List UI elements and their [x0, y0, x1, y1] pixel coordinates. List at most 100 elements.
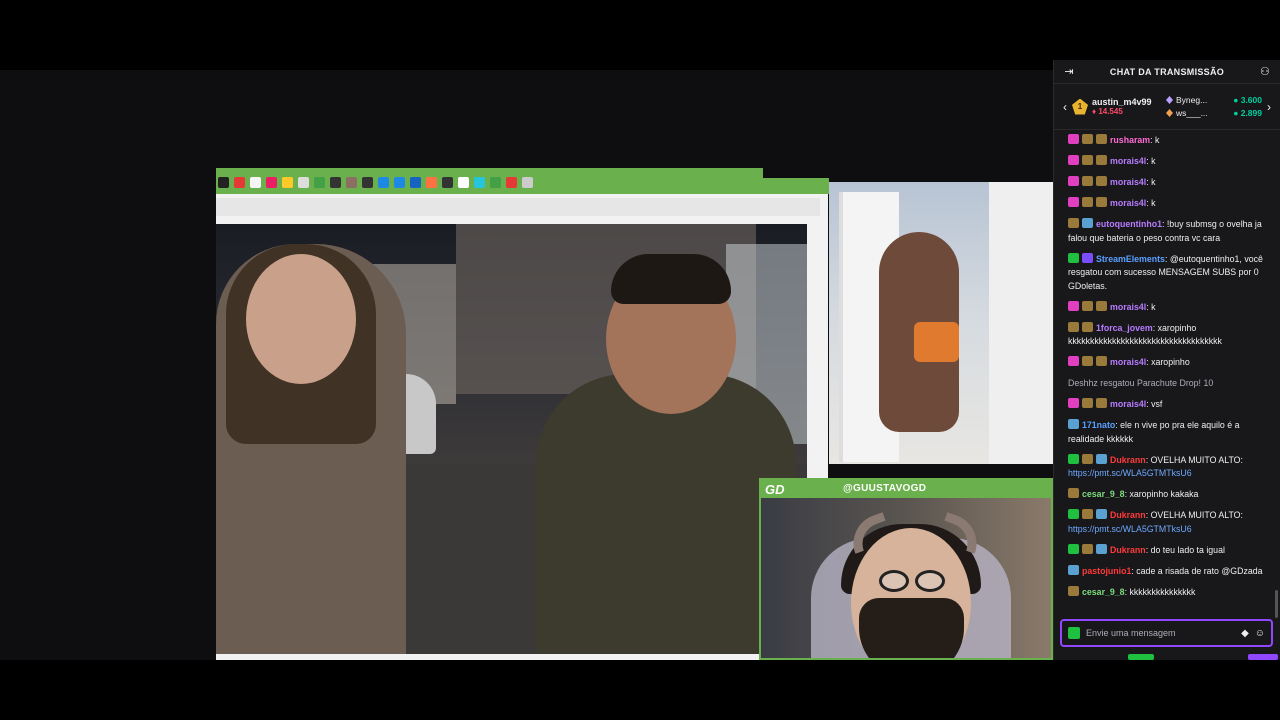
emote-smiley-icon[interactable]: ☺: [1255, 628, 1265, 639]
sub-badge-icon[interactable]: [1068, 488, 1079, 498]
chat-message[interactable]: StreamElements: @eutoquentinho1, você re…: [1068, 252, 1274, 294]
heart-badge-icon[interactable]: [1068, 155, 1079, 165]
wave-badge-icon[interactable]: [1082, 218, 1093, 228]
chat-username[interactable]: morais4l: [1110, 399, 1146, 409]
chat-message[interactable]: 1forca_jovem: xaropinho kkkkkkkkkkkkkkkk…: [1068, 321, 1274, 349]
stream-badge-icon[interactable]: [1082, 252, 1093, 263]
chat-message-text: : k: [1146, 198, 1156, 208]
chat-username[interactable]: eutoquentinho1: [1096, 219, 1162, 229]
chat-username[interactable]: 171nato: [1082, 420, 1115, 430]
sub-badge-icon[interactable]: [1068, 585, 1079, 596]
heart-badge-icon[interactable]: [1068, 176, 1079, 186]
chat-message[interactable]: Deshhz resgatou Parachute Drop! 10: [1068, 377, 1274, 391]
community-users-icon[interactable]: ⚇: [1258, 65, 1272, 78]
chat-username[interactable]: cesar_9_8: [1082, 489, 1125, 499]
heart-badge-icon[interactable]: [1068, 300, 1079, 311]
chat-username[interactable]: Dukrann: [1110, 545, 1146, 555]
heart-badge-icon[interactable]: [1068, 134, 1079, 144]
sub-badge-icon[interactable]: [1096, 134, 1107, 144]
chat-message[interactable]: morais4l: k: [1068, 155, 1274, 169]
sub-badge-icon[interactable]: [1096, 176, 1107, 186]
stream-video-player[interactable]: GD @GUUSTAVOGD: [0, 70, 1053, 660]
chat-username[interactable]: StreamElements: [1096, 254, 1165, 264]
chat-message[interactable]: Dukrann: do teu lado ta igual: [1068, 543, 1274, 558]
wave-badge-icon[interactable]: [1096, 543, 1107, 554]
chat-message-input[interactable]: [1086, 628, 1236, 638]
chat-scrollbar[interactable]: [1275, 590, 1278, 618]
user-badge-icon[interactable]: [1068, 627, 1080, 639]
chat-username[interactable]: pastojunio1: [1082, 566, 1131, 576]
wave-badge-icon[interactable]: [1068, 419, 1079, 429]
leaderboard-entry[interactable]: Byneg... ● 3.600: [1166, 95, 1262, 105]
chat-message[interactable]: Dukrann: OVELHA MUITO ALTO: https://pmt.…: [1068, 453, 1274, 481]
social-handle: @GUUSTAVOGD: [843, 483, 927, 494]
sub-badge-icon[interactable]: [1068, 218, 1079, 228]
sub-badge-icon[interactable]: [1082, 197, 1093, 207]
chat-username[interactable]: cesar_9_8: [1082, 587, 1125, 597]
wave-badge-icon[interactable]: [1068, 564, 1079, 575]
sub-badge-icon[interactable]: [1082, 543, 1093, 554]
ver-badge-icon[interactable]: [1068, 252, 1079, 263]
bookmark-icon: [314, 177, 325, 188]
points-button[interactable]: [1128, 653, 1154, 660]
sub-badge-icon[interactable]: [1082, 398, 1093, 408]
leaderboard-top-entry[interactable]: 1 austin_m4v99 ♦ 14.545: [1072, 97, 1160, 116]
wave-badge-icon[interactable]: [1096, 453, 1107, 464]
chat-message[interactable]: pastojunio1: cade a risada de rato @GDza…: [1068, 564, 1274, 579]
sub-badge-icon[interactable]: [1082, 300, 1093, 311]
chat-send-button[interactable]: [1248, 653, 1278, 660]
chat-message[interactable]: cesar_9_8: kkkkkkkkkkkkkkk: [1068, 585, 1274, 600]
sub-badge-icon[interactable]: [1082, 356, 1093, 366]
chat-message[interactable]: morais4l: k: [1068, 300, 1274, 315]
sub-badge-icon[interactable]: [1082, 509, 1093, 519]
leaderboard-next-icon[interactable]: ›: [1262, 100, 1276, 114]
sub-badge-icon[interactable]: [1096, 197, 1107, 207]
stream-page: GD @GUUSTAVOGD ⇥ CHAT DA TRANSMISSÃO ⚇ ‹…: [0, 0, 1280, 720]
heart-badge-icon[interactable]: [1068, 197, 1079, 207]
leaderboard-entry[interactable]: ws___... ● 2.899: [1166, 108, 1262, 118]
chat-username[interactable]: Dukrann: [1110, 510, 1146, 520]
chat-message[interactable]: cesar_9_8: xaropinho kakaka: [1068, 488, 1274, 502]
chat-message[interactable]: rusharam: k: [1068, 134, 1274, 148]
heart-badge-icon[interactable]: [1068, 398, 1079, 408]
chat-message[interactable]: morais4l: k: [1068, 176, 1274, 190]
sub-badge-icon[interactable]: [1096, 155, 1107, 165]
chat-username[interactable]: morais4l: [1110, 302, 1146, 312]
wave-badge-icon[interactable]: [1096, 509, 1107, 519]
leaderboard-prev-icon[interactable]: ‹: [1058, 100, 1072, 114]
sub-badge-icon[interactable]: [1096, 300, 1107, 311]
ver-badge-icon[interactable]: [1068, 509, 1079, 519]
chat-message[interactable]: eutoquentinho1: !buy submsg o ovelha ja …: [1068, 218, 1274, 245]
sub-badge-icon[interactable]: [1082, 134, 1093, 144]
chat-username[interactable]: morais4l: [1110, 357, 1146, 367]
chat-message[interactable]: Dukrann: OVELHA MUITO ALTO: https://pmt.…: [1068, 509, 1274, 536]
bits-icon[interactable]: ◆: [1241, 628, 1249, 639]
sub-badge-icon[interactable]: [1082, 155, 1093, 165]
chat-username[interactable]: Dukrann: [1110, 455, 1146, 465]
sub-badge-icon[interactable]: [1096, 398, 1107, 408]
bookmark-icon: [426, 177, 437, 188]
chat-username[interactable]: morais4l: [1110, 177, 1146, 187]
sub-badge-icon[interactable]: [1096, 356, 1107, 366]
chat-username[interactable]: morais4l: [1110, 156, 1146, 166]
chat-message-link[interactable]: https://pmt.sc/WLA5GTMTksU6: [1068, 468, 1192, 478]
sub-badge-icon[interactable]: [1082, 453, 1093, 464]
sub-badge-icon[interactable]: [1068, 321, 1079, 332]
chat-messages[interactable]: rusharam: k morais4l: k morais4l: k morais4…: [1054, 130, 1280, 620]
chat-message[interactable]: morais4l: xaropinho: [1068, 356, 1274, 370]
chat-username[interactable]: rusharam: [1110, 135, 1150, 145]
sub-badge-icon[interactable]: [1082, 176, 1093, 186]
chat-message[interactable]: morais4l: k: [1068, 197, 1274, 211]
sub-badge-icon[interactable]: [1082, 321, 1093, 332]
ver-badge-icon[interactable]: [1068, 543, 1079, 554]
chat-message[interactable]: morais4l: vsf: [1068, 398, 1274, 412]
heart-badge-icon[interactable]: [1068, 356, 1079, 366]
chat-message[interactable]: 171nato: ele n vive po pra ele aquilo é …: [1068, 419, 1274, 446]
chat-input-box[interactable]: ◆ ☺: [1060, 619, 1273, 647]
scene-wall: [989, 182, 1053, 464]
chat-username[interactable]: morais4l: [1110, 198, 1146, 208]
chat-username[interactable]: 1forca_jovem: [1096, 323, 1153, 333]
collapse-arrow-icon[interactable]: ⇥: [1062, 65, 1076, 78]
ver-badge-icon[interactable]: [1068, 453, 1079, 464]
chat-message-link[interactable]: https://pmt.sc/WLA5GTMTksU6: [1068, 524, 1192, 534]
